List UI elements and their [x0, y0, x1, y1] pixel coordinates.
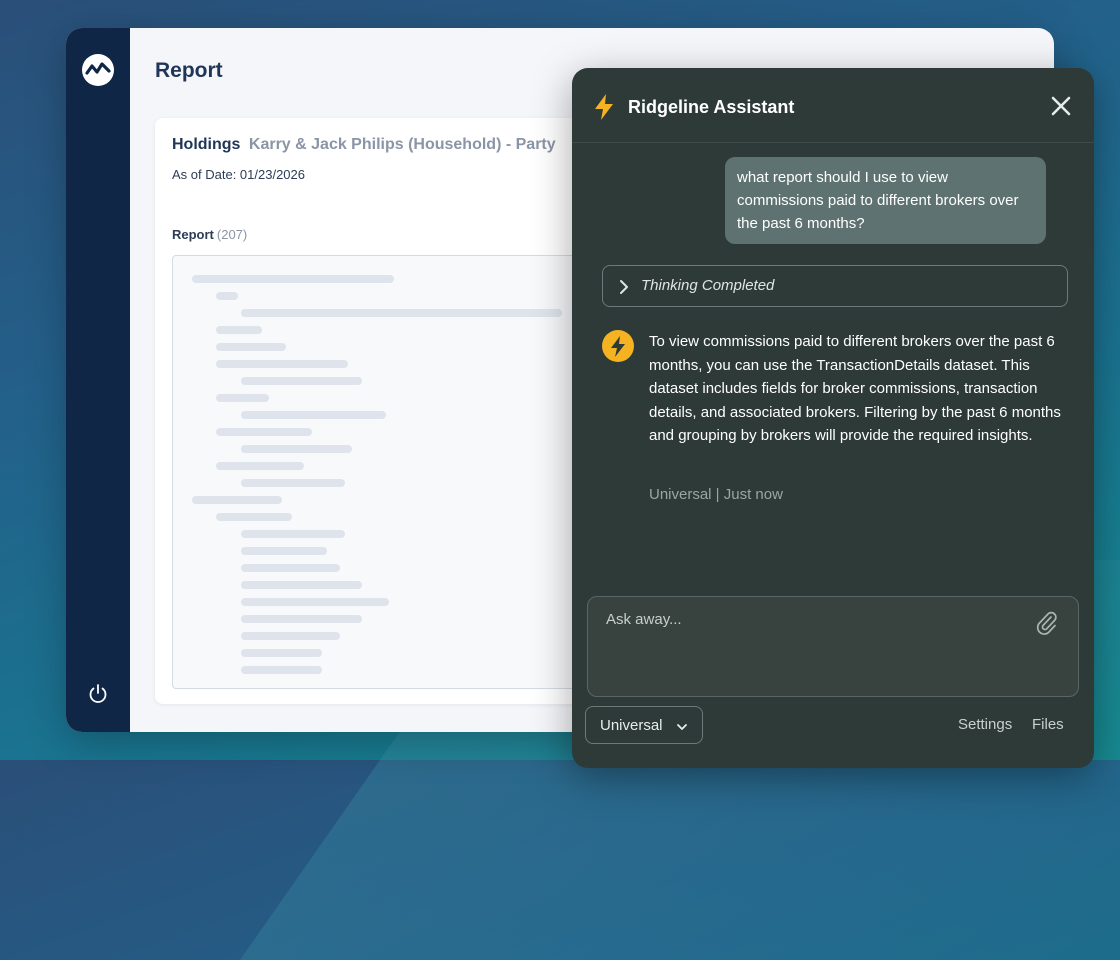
skeleton-row: [241, 377, 362, 385]
close-icon[interactable]: [1050, 95, 1072, 117]
skeleton-row: [241, 581, 362, 589]
skeleton-row: [241, 411, 386, 419]
skeleton-row: [216, 360, 348, 368]
skeleton-row: [216, 343, 286, 351]
report-count: (207): [216, 227, 248, 242]
power-icon[interactable]: [86, 682, 110, 706]
settings-link[interactable]: Settings: [958, 716, 1012, 733]
skeleton-row: [216, 462, 304, 470]
user-message: what report should I use to view commiss…: [725, 157, 1046, 244]
skeleton-row: [241, 547, 327, 555]
skeleton-row: [241, 598, 389, 606]
as-of-date: As of Date: 01/23/2026: [172, 167, 305, 182]
holdings-heading: Holdings Karry & Jack Philips (Household…: [172, 136, 556, 154]
skeleton-row: [216, 513, 292, 521]
report-label: Report (207): [172, 227, 247, 242]
chevron-down-icon: [676, 720, 688, 732]
skeleton-row: [216, 394, 269, 402]
scope-label: Universal: [600, 717, 663, 734]
chat-input-box: [587, 596, 1079, 697]
files-link[interactable]: Files: [1032, 716, 1064, 733]
skeleton-row: [241, 479, 345, 487]
report-label-text: Report: [172, 227, 214, 242]
assistant-header: Ridgeline Assistant: [572, 68, 1094, 143]
skeleton-row: [192, 275, 394, 283]
assistant-avatar: [602, 330, 634, 362]
skeleton-row: [241, 666, 322, 674]
skeleton-row: [216, 428, 312, 436]
skeleton-row: [241, 649, 322, 657]
scope-dropdown[interactable]: Universal: [585, 706, 703, 744]
skeleton-row: [241, 445, 352, 453]
skeleton-row: [241, 530, 345, 538]
skeleton-row: [192, 496, 282, 504]
logo-icon[interactable]: [82, 54, 114, 86]
assistant-message: To view commissions paid to different br…: [649, 333, 1061, 444]
assistant-title: Ridgeline Assistant: [628, 97, 795, 117]
page-title: Report: [155, 59, 223, 82]
skeleton-row: [241, 564, 340, 572]
bolt-icon: [593, 93, 615, 121]
bolt-icon: [611, 336, 625, 357]
skeleton-row: [241, 309, 562, 317]
thinking-label: Thinking Completed: [641, 277, 775, 294]
holdings-label: Holdings: [172, 136, 241, 153]
skeleton-row: [216, 326, 262, 334]
paperclip-icon[interactable]: [1034, 609, 1058, 635]
skeleton-row: [241, 632, 340, 640]
skeleton-row: [216, 292, 238, 300]
message-meta: Universal | Just now: [649, 486, 783, 503]
sidebar: [66, 28, 130, 732]
assistant-panel: Ridgeline Assistant what report should I…: [572, 68, 1094, 768]
chat-input[interactable]: [588, 597, 1078, 696]
skeleton-row: [241, 615, 362, 623]
chevron-right-icon: [617, 278, 631, 296]
thinking-toggle[interactable]: Thinking Completed: [602, 265, 1068, 307]
report-tree-skeleton: [172, 255, 594, 689]
holdings-subtitle: Karry & Jack Philips (Household) - Party: [248, 136, 556, 153]
